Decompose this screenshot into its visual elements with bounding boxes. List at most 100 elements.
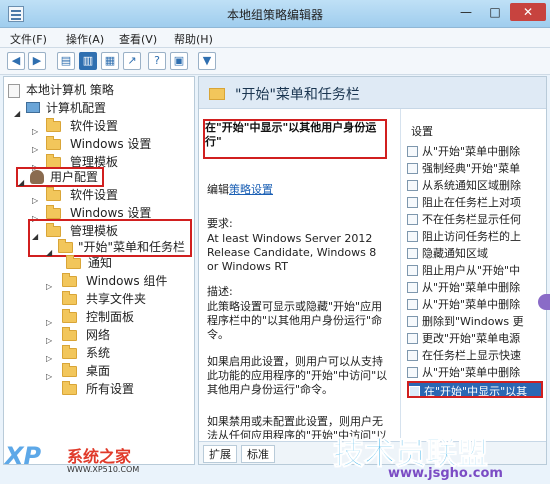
- setting-row[interactable]: 从"开始"菜单中删除: [407, 296, 543, 313]
- watermark-right: 技术员联盟 www.jsgho.com: [333, 430, 548, 484]
- settings-list: 设置 从"开始"菜单中删除 强制经典"开始"菜单 从系统通知区域删除 阻止在任务…: [400, 109, 546, 441]
- collapse-icon[interactable]: ◢: [32, 227, 38, 247]
- setting-label: 阻止访问任务栏的上: [422, 230, 521, 243]
- policy-setting-icon: [407, 299, 418, 310]
- expand-icon[interactable]: ▷: [32, 191, 38, 211]
- forward-button[interactable]: ▶: [28, 52, 46, 70]
- tree-label: 通知: [88, 256, 113, 270]
- up-folder-button[interactable]: ▤: [57, 52, 75, 70]
- tree-label: 控制面板: [86, 310, 135, 324]
- setting-row[interactable]: 从"开始"菜单中删除: [407, 143, 543, 160]
- title-bar: 本地组策略编辑器 — □ ✕: [0, 0, 550, 28]
- setting-row[interactable]: 从系统通知区域删除: [407, 177, 543, 194]
- menu-file[interactable]: 文件(F): [10, 31, 47, 47]
- view-button[interactable]: ▣: [170, 52, 188, 70]
- policy-setting-icon: [407, 282, 418, 293]
- back-button[interactable]: ◀: [7, 52, 25, 70]
- collapse-icon[interactable]: ◢: [14, 104, 20, 124]
- setting-row[interactable]: 从"开始"菜单中删除: [407, 279, 543, 296]
- folder-open-icon: [58, 239, 73, 253]
- policy-setting-icon: [407, 146, 418, 157]
- setting-label: 从系统通知区域删除: [422, 179, 521, 192]
- expand-icon[interactable]: ▷: [46, 277, 52, 297]
- policy-setting-icon: [407, 163, 418, 174]
- site-url-right: www.jsgho.com: [388, 466, 503, 481]
- setting-row[interactable]: 阻止访问任务栏的上: [407, 228, 543, 245]
- setting-row[interactable]: 不在任务栏显示任何: [407, 211, 543, 228]
- menu-view[interactable]: 查看(V): [119, 31, 157, 47]
- watermark-left: XP 系统之家 WWW.XP510.COM: [3, 440, 203, 484]
- edit-prefix: 编辑: [207, 183, 229, 196]
- setting-row[interactable]: 更改"开始"菜单电源: [407, 330, 543, 347]
- tab-standard[interactable]: 标准: [241, 445, 275, 463]
- computer-icon: [26, 102, 40, 113]
- folder-icon: [46, 223, 61, 237]
- help-icon: ?: [154, 54, 160, 67]
- policy-setting-icon: [407, 197, 418, 208]
- policy-tree: 本地计算机 策略 ◢ 计算机配置 ▷ 软件设置 ▷ Windows 设置 ▷ 管…: [3, 76, 195, 465]
- collapse-icon[interactable]: ◢: [46, 243, 52, 263]
- folder-icon: [62, 291, 77, 305]
- menu-action[interactable]: 操作(A): [66, 31, 104, 47]
- expand-icon[interactable]: ▷: [46, 331, 52, 351]
- setting-label: 阻止用户从"开始"中: [422, 264, 521, 277]
- setting-label: 不在任务栏显示任何: [422, 213, 521, 226]
- setting-label: 删除到"Windows 更: [422, 315, 524, 328]
- settings-column-header[interactable]: 设置: [411, 123, 433, 139]
- tree-label: 所有设置: [86, 382, 135, 396]
- menu-bar: 文件(F) 操作(A) 查看(V) 帮助(H): [0, 28, 550, 48]
- setting-row[interactable]: 隐藏通知区域: [407, 245, 543, 262]
- expand-icon[interactable]: ▷: [46, 367, 52, 387]
- folder-icon: [46, 118, 61, 132]
- collapse-icon[interactable]: ◢: [18, 173, 24, 193]
- close-button[interactable]: ✕: [510, 3, 546, 21]
- expand-icon[interactable]: ▷: [46, 349, 52, 369]
- folder-icon: [46, 136, 61, 150]
- policy-setting-icon: [407, 316, 418, 327]
- xp-logo: XP: [5, 442, 42, 470]
- user-icon: [30, 170, 44, 184]
- setting-row-selected[interactable]: 在"开始"中显示"以其: [407, 381, 543, 398]
- requirements-text: At least Windows Server 2012 Release Can…: [207, 232, 377, 273]
- help-button[interactable]: ?: [148, 52, 166, 70]
- requirements-label: 要求:: [207, 217, 233, 230]
- setting-label: 在任务栏上显示快速: [422, 349, 521, 362]
- tab-extended[interactable]: 扩展: [203, 445, 237, 463]
- folder-icon: [46, 205, 61, 219]
- edit-policy-line: 编辑策略设置: [207, 181, 273, 197]
- menu-help[interactable]: 帮助(H): [174, 31, 213, 47]
- setting-row[interactable]: 强制经典"开始"菜单: [407, 160, 543, 177]
- description-panel: 在"开始"中显示"以其他用户身份运行" 编辑策略设置 要求: At least …: [199, 109, 396, 441]
- filter-button[interactable]: ▼: [198, 52, 216, 70]
- export-button[interactable]: ↗: [123, 52, 141, 70]
- policy-doc-icon: [8, 84, 20, 98]
- setting-row[interactable]: 阻止用户从"开始"中: [407, 262, 543, 279]
- folder-icon: [62, 273, 77, 287]
- setting-row[interactable]: 阻止在任务栏上对项: [407, 194, 543, 211]
- show-hide-tree-button[interactable]: ▥: [79, 52, 97, 70]
- setting-row[interactable]: 在任务栏上显示快速: [407, 347, 543, 364]
- folder-icon: ▤: [60, 54, 72, 67]
- setting-row[interactable]: 从"开始"菜单中删除: [407, 364, 543, 381]
- setting-row[interactable]: 删除到"Windows 更: [407, 313, 543, 330]
- expand-icon[interactable]: ▷: [32, 122, 38, 142]
- properties-button[interactable]: ▦: [101, 52, 119, 70]
- site-url-left: WWW.XP510.COM: [67, 465, 140, 474]
- maximize-button[interactable]: □: [481, 3, 509, 21]
- edit-policy-link[interactable]: 策略设置: [229, 183, 273, 196]
- setting-label: 从"开始"菜单中删除: [422, 281, 521, 294]
- policy-setting-icon: [407, 214, 418, 225]
- setting-label: 更改"开始"菜单电源: [422, 332, 521, 345]
- expand-icon[interactable]: ▷: [32, 140, 38, 160]
- folder-icon: [62, 327, 77, 341]
- tree-icon: ▥: [82, 54, 94, 67]
- description-label: 描述:: [207, 285, 233, 298]
- policy-setting-icon: [409, 386, 420, 396]
- policy-setting-icon: [407, 231, 418, 242]
- description-text: 此策略设置可显示或隐藏"开始"应用程序栏中的"以其他用户身份运行"命令。: [207, 300, 383, 341]
- properties-icon: ▦: [104, 54, 116, 67]
- expand-icon[interactable]: ▷: [46, 313, 52, 333]
- minimize-button[interactable]: —: [452, 3, 480, 21]
- scroll-handle[interactable]: [538, 294, 550, 310]
- setting-label: 从"开始"菜单中删除: [422, 145, 521, 158]
